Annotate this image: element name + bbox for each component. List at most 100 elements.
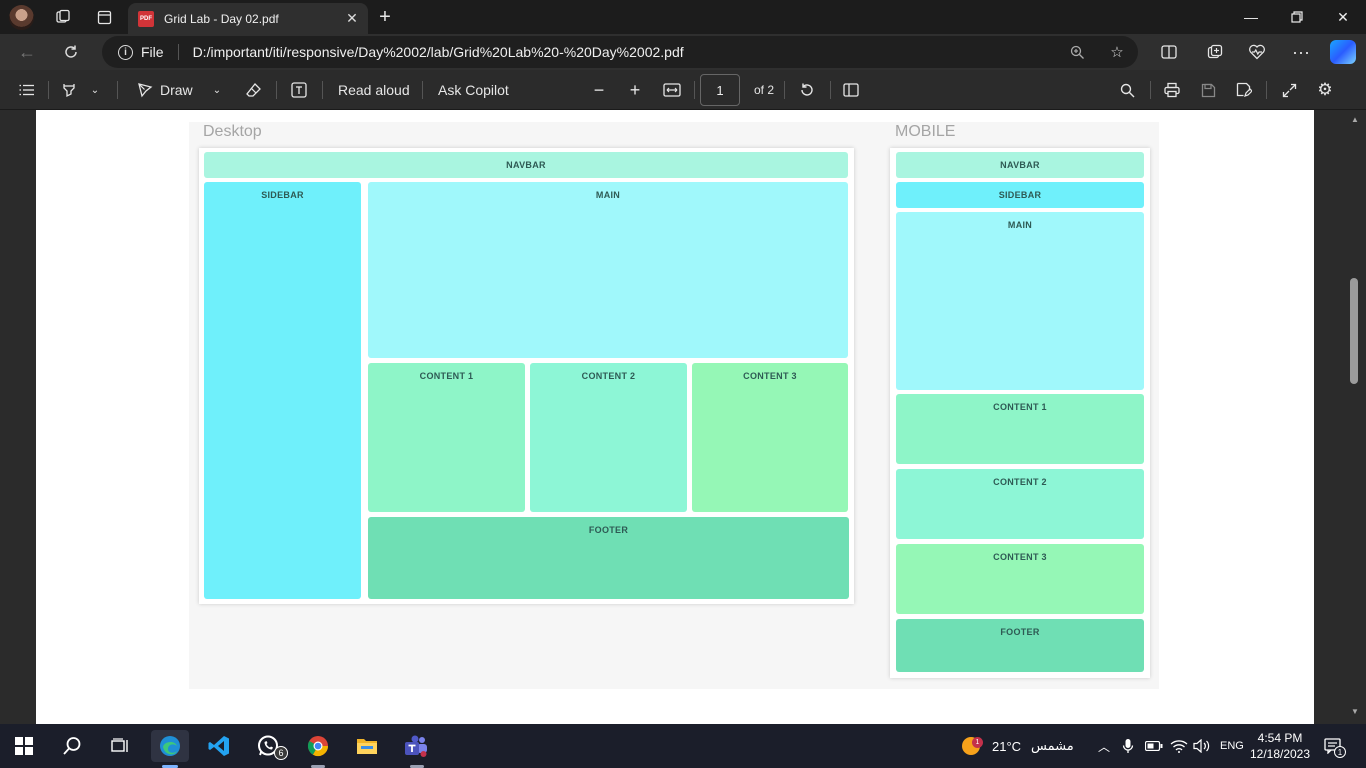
url-text[interactable]: D:/important/iti/responsive/Day%2002/lab… [193,44,684,60]
mobile-content-2: CONTENT 2 [896,469,1144,539]
restore-icon[interactable] [1274,0,1320,34]
tab-grid-lab[interactable]: PDF Grid Lab - Day 02.pdf ✕ [128,3,368,34]
fullscreen-icon[interactable] [1278,78,1300,102]
highlight-dropdown-icon[interactable]: ⌄ [86,78,104,102]
zoom-out-icon[interactable]: − [588,78,610,102]
clock-date: 12/18/2023 [1249,747,1311,761]
scroll-down-icon[interactable]: ▼ [1350,706,1360,716]
desktop-content-1-label: CONTENT 1 [419,371,474,381]
microphone-icon[interactable] [1122,724,1134,768]
mobile-content-1-label: CONTENT 1 [993,402,1047,412]
tab-title: Grid Lab - Day 02.pdf [164,11,279,26]
highlight-icon[interactable] [58,78,80,102]
language-indicator[interactable]: ENG [1220,724,1244,768]
minimize-icon[interactable]: — [1228,0,1274,34]
page-number-input[interactable]: 1 [700,74,740,106]
mobile-footer: FOOTER [896,619,1144,672]
whatsapp-badge: 6 [274,746,288,760]
profile-avatar[interactable] [9,5,34,30]
ask-copilot-button[interactable]: Ask Copilot [438,78,518,102]
refresh-icon[interactable] [56,38,86,66]
save-icon[interactable] [1197,78,1219,102]
toolbar-divider [784,81,785,99]
toolbar-divider [830,81,831,99]
vertical-scrollbar[interactable] [1346,110,1366,724]
battery-icon[interactable] [1145,724,1163,768]
task-view-icon[interactable] [104,730,136,762]
close-tab-icon[interactable]: ✕ [344,10,360,26]
mobile-content-3-label: CONTENT 3 [993,552,1047,562]
vscode-taskbar-icon[interactable] [203,730,235,762]
tab-actions-icon[interactable] [89,4,119,30]
notifications-icon[interactable]: 1 [1324,724,1346,768]
toolbar-divider [694,81,695,99]
draw-pen-icon[interactable] [134,78,156,102]
contents-list-icon[interactable] [14,78,40,102]
clock[interactable]: 4:54 PM 12/18/2023 [1249,724,1311,768]
mobile-main: MAIN [896,212,1144,390]
new-tab-button[interactable]: + [372,4,398,30]
zoom-in-icon[interactable]: + [624,78,646,102]
mobile-content-3: CONTENT 3 [896,544,1144,614]
settings-gear-icon[interactable]: ⚙ [1314,78,1336,102]
save-as-icon[interactable] [1233,78,1255,102]
toolbar-divider [1150,81,1151,99]
mobile-sidebar: SIDEBAR [896,182,1144,208]
mobile-footer-label: FOOTER [1000,627,1040,637]
windows-start-icon[interactable] [8,730,40,762]
desktop-content-2-label: CONTENT 2 [581,371,636,381]
read-aloud-button[interactable]: Read aloud [338,78,410,102]
address-bar[interactable]: i File D:/important/iti/responsive/Day%2… [102,36,1138,68]
desktop-main: MAIN [368,182,848,358]
desktop-sidebar-label: SIDEBAR [261,190,304,200]
search-icon[interactable] [1116,78,1138,102]
site-info-icon[interactable]: i [118,44,133,60]
weather-alert-badge: 1 [972,737,983,748]
page-total: of 2 [753,83,774,97]
volume-icon[interactable] [1193,724,1211,768]
pdf-file-icon: PDF [138,10,154,27]
toolbar-divider [322,81,323,99]
search-icon[interactable] [56,730,88,762]
browser-essentials-icon[interactable] [1242,38,1272,66]
split-screen-icon[interactable] [1154,38,1184,66]
address-divider [177,44,179,60]
draw-dropdown-icon[interactable]: ⌄ [208,78,226,102]
favorite-star-icon[interactable]: ☆ [1106,41,1128,63]
clock-time: 4:54 PM [1257,731,1303,745]
more-menu-icon[interactable]: ··· [1286,38,1316,66]
mobile-navbar: NAVBAR [896,152,1144,178]
close-window-icon[interactable]: ✕ [1320,0,1366,34]
copilot-icon[interactable] [1330,40,1356,64]
text-box-icon[interactable] [288,78,310,102]
eraser-icon[interactable] [242,78,266,102]
tab-bar: PDF Grid Lab - Day 02.pdf ✕ + — ✕ [0,0,1366,34]
scroll-up-icon[interactable]: ▲ [1350,114,1360,124]
rotate-icon[interactable] [796,78,818,102]
desktop-frame: NAVBAR SIDEBAR MAIN CONTENT 1 CONTENT 2 … [199,148,854,604]
show-hidden-icons[interactable]: ︿ [1098,724,1110,768]
desktop-navbar-label: NAVBAR [506,160,546,170]
pdf-toolbar: ⌄ Draw ⌄ Read aloud Ask Copilot − + of 2 [0,70,1366,110]
draw-button[interactable]: Draw [160,78,204,102]
chrome-taskbar-icon[interactable] [302,730,334,762]
toolbar-divider [1266,81,1267,99]
page-view-icon[interactable] [840,78,862,102]
back-arrow-icon[interactable]: ← [12,38,42,66]
file-explorer-taskbar-icon[interactable] [351,730,383,762]
print-icon[interactable] [1161,78,1183,102]
collections-icon[interactable] [1200,38,1230,66]
teams-taskbar-icon[interactable] [400,730,432,762]
scrollbar-thumb[interactable] [1350,278,1358,384]
zoom-icon[interactable] [1066,41,1088,63]
weather-widget[interactable]: 1 21°C مشمس [960,724,1074,768]
layout-figure: Desktop NAVBAR SIDEBAR MAIN CONTENT 1 CO… [189,122,1159,689]
scheme-label: File [141,44,164,60]
wifi-icon[interactable] [1170,724,1188,768]
workspaces-icon[interactable] [48,4,78,30]
fit-width-icon[interactable] [660,78,684,102]
edge-taskbar-icon[interactable] [151,730,189,762]
desktop-content-2: CONTENT 2 [530,363,687,512]
desktop-content-3: CONTENT 3 [692,363,848,512]
notifications-badge: 1 [1334,746,1346,758]
